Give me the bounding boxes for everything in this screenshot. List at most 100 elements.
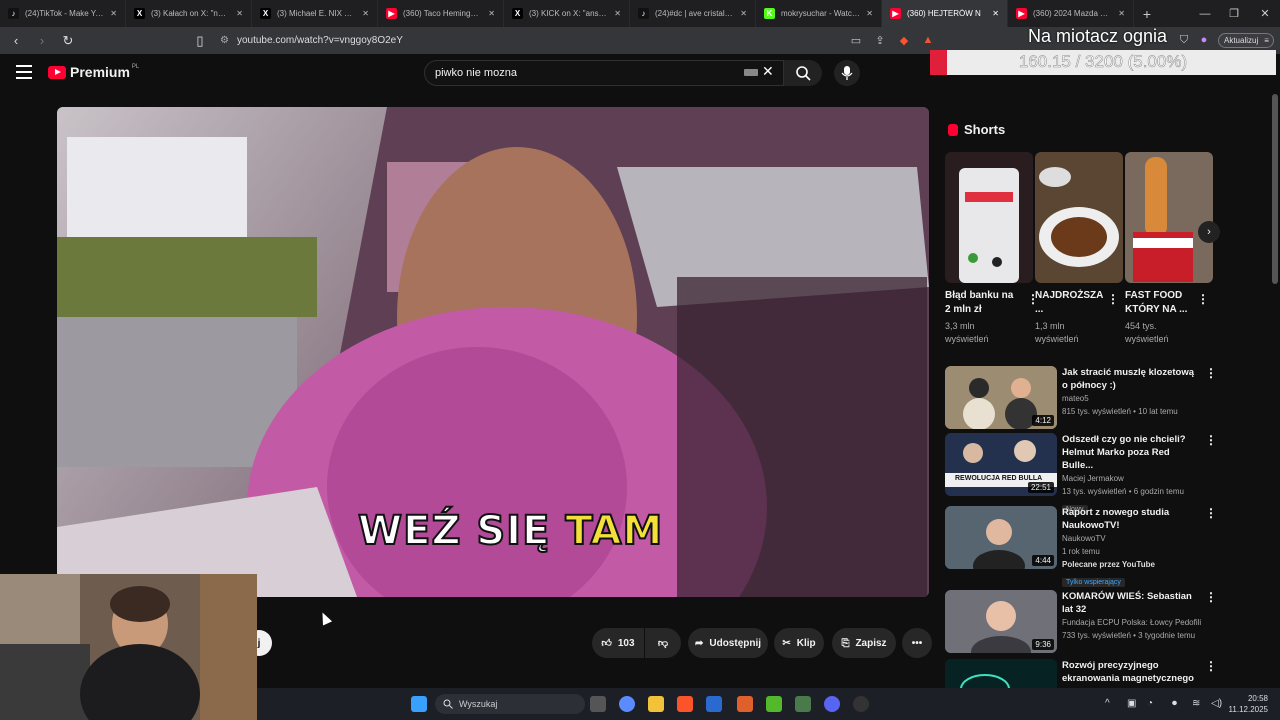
url-field[interactable]: ⚙ youtube.com/watch?v=vnggoy8O2eY (220, 31, 920, 50)
tab-close-icon[interactable]: ✕ (740, 9, 747, 18)
bookmark-icon[interactable]: ▯ (190, 31, 210, 51)
video-more-icon[interactable]: ⋮ (1205, 659, 1217, 673)
wallet-icon[interactable]: ● (1196, 32, 1212, 48)
recommended-video[interactable]: 4:12 Jak stracić muszlę klozetową o półn… (945, 366, 1217, 430)
recommended-video[interactable]: 4:44 Raport z nowego studia NaukowoTV! N… (945, 506, 1217, 587)
search-button[interactable] (784, 60, 822, 86)
update-button[interactable]: Aktualizuj ≡ (1218, 33, 1274, 48)
subscribe-label: j (257, 637, 261, 649)
short-views: 1,3 mln wyświetleń (1035, 321, 1079, 344)
forward-icon[interactable]: › (32, 31, 52, 51)
like-button[interactable]: 👍︎ 103 (592, 628, 644, 658)
short-title: NAJDROŻSZA ... (1035, 290, 1103, 315)
file-explorer-icon[interactable] (648, 696, 664, 712)
cast-icon[interactable]: ▭ (848, 32, 864, 48)
recommended-video[interactable]: Rozwój precyzyjnego ekranowania magnetyc… (945, 659, 1217, 688)
tab-close-icon[interactable]: ✕ (110, 9, 117, 18)
sidebar-scrollbar[interactable] (1272, 94, 1278, 284)
video-duration: 22:51 (1027, 482, 1054, 493)
tab-close-icon[interactable]: ✕ (992, 9, 999, 18)
video-more-icon[interactable]: ⋮ (1205, 433, 1217, 447)
search-input[interactable]: piwko nie mozna (424, 60, 784, 86)
voice-search-button[interactable] (834, 60, 860, 86)
new-tab-button[interactable]: + (1134, 6, 1160, 22)
brave-active-icon[interactable] (737, 696, 753, 712)
network-icon[interactable]: ◔ (1147, 698, 1153, 709)
share-page-icon[interactable]: ⇪ (872, 32, 888, 48)
tray-app-icon[interactable]: ▣ (1127, 698, 1136, 709)
save-button[interactable]: ⎘ Zapisz (832, 628, 896, 658)
tray-chevron-icon[interactable]: ^ (1105, 698, 1110, 709)
short-card[interactable]: Błąd banku na 2 mln zł 3,3 mln wyświetle… (945, 152, 1039, 344)
reload-icon[interactable]: ↻ (58, 31, 78, 51)
tab-close-icon[interactable]: ✕ (1118, 9, 1125, 18)
thumbnail-caption: REWOLUCJA RED BULLA (955, 475, 1043, 482)
browser-tab[interactable]: ▶ (360) 2024 Mazda MX-5 N ✕ (1008, 0, 1134, 27)
extension-icon[interactable]: ▲ (920, 32, 936, 48)
taskbar-clock[interactable]: 20:58 11.12.2025 (1229, 693, 1268, 715)
browser-tab[interactable]: ▶ (360) HEJTERÓW N ✕ (882, 0, 1008, 27)
overlay-goal-title: Na miotacz ognia (1028, 26, 1168, 46)
browser-tab[interactable]: ▶ (360) Taco Hemingway - "I ✕ (378, 0, 504, 27)
keyboard-icon[interactable] (744, 69, 758, 76)
clear-search-icon[interactable]: ✕ (762, 63, 774, 80)
youtube-logo[interactable]: Premium PL (48, 64, 139, 80)
tab-close-icon[interactable]: ✕ (362, 9, 369, 18)
mic-tray-icon[interactable]: ⏺ (1172, 698, 1177, 709)
brave-shield-icon[interactable]: ◆ (896, 32, 912, 48)
short-card[interactable]: FAST FOOD KTÓRY NA ... 454 tys. wyświetl… (1125, 152, 1213, 344)
scissors-icon: ✂ (782, 637, 791, 649)
video-title: Rozwój precyzyjnego ekranowania magnetyc… (1062, 660, 1194, 688)
app-icon[interactable] (795, 696, 811, 712)
recommended-video[interactable]: 9:36 KOMARÓW WIEŚ: Sebastian lat 32 Fund… (945, 590, 1217, 654)
youtube-play-icon (48, 65, 66, 79)
maximize-icon[interactable]: ❐ (1219, 0, 1249, 27)
video-more-icon[interactable]: ⋮ (1205, 366, 1217, 380)
shorts-next-button[interactable]: › (1198, 221, 1220, 243)
wifi-icon[interactable]: ≋ (1192, 698, 1200, 709)
tiktok-icon: ♪ (638, 8, 649, 19)
share-button[interactable]: ➦ Udostępnij (688, 628, 768, 658)
obs-icon[interactable] (853, 696, 869, 712)
clip-button[interactable]: ✂ Klip (774, 628, 824, 658)
short-more-icon[interactable]: ⋮ (1107, 292, 1119, 306)
store-icon[interactable] (706, 696, 722, 712)
browser-tab[interactable]: X (3) Kałach on X: "najważni ✕ (126, 0, 252, 27)
menu-burger-icon[interactable] (16, 65, 32, 79)
browser-tab[interactable]: X (3) Michael E. NIX on X: "I ✕ (252, 0, 378, 27)
video-title: KOMARÓW WIEŚ: Sebastian lat 32 (1062, 591, 1192, 615)
browser-tab[interactable]: ♪ (24)TikTok - Make Your Da ✕ (0, 0, 126, 27)
video-more-icon[interactable]: ⋮ (1205, 506, 1217, 520)
tab-close-icon[interactable]: ✕ (614, 9, 621, 18)
copilot-icon[interactable] (619, 696, 635, 712)
taskbar-search[interactable]: Wyszukaj (435, 694, 585, 714)
browser-tab[interactable]: X (3) KICK on X: "answer is a ✕ (504, 0, 630, 27)
volume-icon[interactable]: ◁) (1211, 698, 1222, 709)
short-card[interactable]: NAJDROŻSZA ... 1,3 mln wyświetleń ⋮ (1035, 152, 1123, 344)
webcam-feed (0, 574, 257, 720)
site-info-icon[interactable]: ⚙ (220, 35, 229, 46)
start-icon[interactable] (411, 696, 427, 712)
tab-close-icon[interactable]: ✕ (866, 9, 873, 18)
back-icon[interactable]: ‹ (6, 31, 26, 51)
more-actions-button[interactable]: ••• (902, 628, 932, 658)
microphone-icon (841, 66, 853, 80)
video-title: Odszedł czy go nie chcieli? Helmut Marko… (1062, 434, 1186, 471)
dislike-button[interactable]: 👎︎ (645, 628, 681, 658)
minimize-icon[interactable]: — (1190, 0, 1220, 27)
recommended-video[interactable]: REWOLUCJA RED BULLA 22:51 Odszedł czy go… (945, 433, 1217, 514)
short-more-icon[interactable]: ⋮ (1197, 292, 1209, 306)
vpn-icon[interactable]: ⛉ (1176, 32, 1192, 48)
close-window-icon[interactable]: ✕ (1250, 0, 1280, 27)
nvidia-icon[interactable] (766, 696, 782, 712)
tab-close-icon[interactable]: ✕ (488, 9, 495, 18)
video-more-icon[interactable]: ⋮ (1205, 590, 1217, 604)
browser-tab[interactable]: ♪ (24)#dc | ave cristal | TikTo ✕ (630, 0, 756, 27)
discord-icon[interactable] (824, 696, 840, 712)
overlay-goal-progress: 160.15 / 3200 (5.00%) (930, 50, 1276, 75)
brave-browser-icon[interactable] (677, 696, 693, 712)
browser-tab[interactable]: Kmokrysuchar - Watch the ✕ (756, 0, 882, 27)
task-view-icon[interactable] (590, 696, 606, 712)
video-thumbnail: 9:36 (945, 590, 1057, 653)
tab-close-icon[interactable]: ✕ (236, 9, 243, 18)
